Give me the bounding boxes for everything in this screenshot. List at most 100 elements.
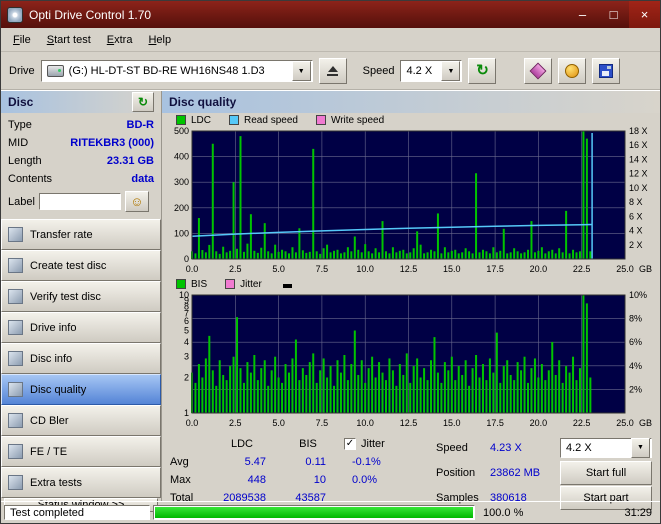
svg-text:2.5: 2.5 (229, 264, 242, 274)
disc-contents-value[interactable]: data (131, 173, 154, 185)
app-window: Opti Drive Control 1.70 – □ × File Start… (0, 0, 661, 524)
sidebar-item-create-test-disc[interactable]: Create test disc (1, 250, 161, 281)
svg-text:18 X: 18 X (629, 127, 648, 136)
save-icon (599, 64, 614, 78)
disc-label-smiley-button[interactable]: ☺ (124, 191, 149, 212)
eject-icon (327, 66, 338, 72)
main-panel-header: Disc quality (162, 91, 660, 113)
svg-text:200: 200 (174, 203, 189, 213)
speed-select-arrow-icon[interactable]: ▼ (441, 61, 461, 81)
disc-mid-value: RITEKBR3 (000) (70, 137, 154, 149)
test-speed-arrow-icon[interactable]: ▼ (631, 437, 650, 458)
svg-text:10.0: 10.0 (356, 418, 374, 428)
menu-file[interactable]: File (5, 31, 39, 49)
disc-label-label: Label (8, 195, 35, 208)
svg-text:7.5: 7.5 (316, 264, 329, 274)
minimize-button[interactable]: – (567, 1, 598, 28)
svg-text:GB: GB (639, 418, 652, 428)
sidebar: Disc ↻ Type BD-R MID RITEKBR3 (000) Leng… (1, 91, 162, 512)
options-button[interactable] (558, 58, 587, 84)
legend-top: LDC Read speed Write speed (162, 113, 660, 127)
bis-jitter-chart: 123456789102%4%6%8%10%0.0 2.5 5.0 7.5 10.0 12… (179, 291, 652, 428)
svg-text:10.0: 10.0 (356, 264, 374, 274)
menu-extra[interactable]: Extra (99, 31, 141, 49)
disc-quality-icon (8, 382, 23, 397)
disc-contents-label: Contents (8, 173, 53, 185)
refresh-disc-button[interactable]: ↻ (132, 92, 154, 112)
legend-bottom: BIS Jitter (162, 277, 660, 291)
position-value: 23862 MB (490, 466, 541, 479)
svg-text:12.5: 12.5 (400, 264, 418, 274)
svg-text:500: 500 (174, 127, 189, 136)
svg-text:0.0: 0.0 (186, 418, 199, 428)
menu-start-test[interactable]: Start test (39, 31, 99, 49)
refresh-disc-icon: ↻ (137, 95, 149, 109)
svg-text:3: 3 (184, 352, 189, 362)
menu-help[interactable]: Help (140, 31, 179, 49)
disc-label-input[interactable] (38, 193, 121, 210)
position-marker-icon (282, 284, 292, 288)
svg-text:10%: 10% (629, 291, 647, 300)
svg-text:16 X: 16 X (629, 140, 648, 150)
svg-text:4 X: 4 X (629, 226, 643, 236)
speed-result-label: Speed (436, 441, 468, 454)
close-button[interactable]: × (629, 1, 660, 28)
svg-text:4%: 4% (629, 361, 642, 371)
maximize-button[interactable]: □ (598, 1, 629, 28)
sidebar-item-drive-info[interactable]: Drive info (1, 312, 161, 343)
extra-tests-icon (8, 475, 23, 490)
svg-text:14 X: 14 X (629, 154, 648, 164)
speed-select[interactable]: 4.2 X ▼ (400, 60, 463, 82)
svg-text:15.0: 15.0 (443, 418, 461, 428)
sidebar-item-extra-tests[interactable]: Extra tests (1, 467, 161, 498)
drive-select[interactable]: (G:) HL-DT-ST BD-RE WH16NS48 1.D3 ▼ (40, 60, 313, 82)
disc-contents-row: Contents data (1, 170, 161, 188)
svg-text:8%: 8% (629, 314, 642, 324)
legend-label-ldc: LDC (191, 114, 212, 126)
max-bis-value: 10 (313, 474, 326, 486)
svg-text:1: 1 (184, 408, 189, 418)
elapsed-time: 31:29 (624, 506, 652, 519)
speed-label: Speed (362, 65, 395, 77)
legend-label-write-speed: Write speed (330, 114, 385, 126)
svg-text:17.5: 17.5 (486, 264, 504, 274)
eject-button[interactable] (318, 58, 347, 84)
test-speed-value: 4.2 X (566, 441, 592, 454)
svg-text:10: 10 (179, 291, 189, 300)
svg-text:5: 5 (184, 326, 189, 336)
bis-chart-wrap: 1 2 3 4 5 6 7 8 9 10 2% 4% 6% 8% 10% 0.0 2.5 5.0 7.5 10.0 12… (162, 291, 660, 431)
col-header-bis: BIS (299, 438, 317, 450)
ldc-read-speed-chart: 0 100 200 300 400 500 2 X 4 X 6 X 8 X 10 X 12 X 14 X… (174, 127, 652, 274)
disc-length-row: Length 23.31 GB (1, 152, 161, 170)
save-button[interactable] (592, 58, 621, 84)
sidebar-item-disc-quality[interactable]: Disc quality (1, 374, 161, 405)
jitter-checkbox-label: Jitter (361, 438, 385, 450)
svg-text:25.0: 25.0 (616, 264, 634, 274)
disc-mid-label: MID (8, 137, 29, 149)
sidebar-item-cd-bler[interactable]: CD Bler (1, 405, 161, 436)
verify-test-disc-icon (8, 289, 23, 304)
erase-disc-button[interactable] (524, 58, 553, 84)
row-label-max: Max (170, 474, 191, 486)
position-label: Position (436, 466, 476, 479)
jitter-checkbox[interactable]: ✓ (344, 438, 356, 450)
refresh-speeds-button[interactable]: ↻ (468, 58, 497, 84)
start-full-button[interactable]: Start full (560, 460, 652, 485)
progress-fill (155, 507, 473, 518)
cd-bler-icon (8, 413, 23, 428)
test-speed-select[interactable]: 4.2 X ▼ (560, 437, 652, 458)
create-test-disc-icon (8, 258, 23, 273)
svg-text:400: 400 (174, 152, 189, 162)
drive-select-arrow-icon[interactable]: ▼ (291, 61, 311, 81)
sidebar-item-disc-info[interactable]: Disc info (1, 343, 161, 374)
sidebar-item-fe-te[interactable]: FE / TE (1, 436, 161, 467)
sidebar-item-verify-test-disc[interactable]: Verify test disc (1, 281, 161, 312)
window-title: Opti Drive Control 1.70 (29, 7, 152, 22)
disc-label-row: Label ☺ (1, 188, 161, 217)
disc-info-area: Type BD-R MID RITEKBR3 (000) Length 23.3… (1, 113, 161, 219)
sidebar-item-transfer-rate[interactable]: Transfer rate (1, 219, 161, 250)
progress-bar (153, 505, 475, 520)
options-icon (565, 64, 580, 78)
svg-text:5.0: 5.0 (272, 418, 285, 428)
disc-mid-row: MID RITEKBR3 (000) (1, 134, 161, 152)
